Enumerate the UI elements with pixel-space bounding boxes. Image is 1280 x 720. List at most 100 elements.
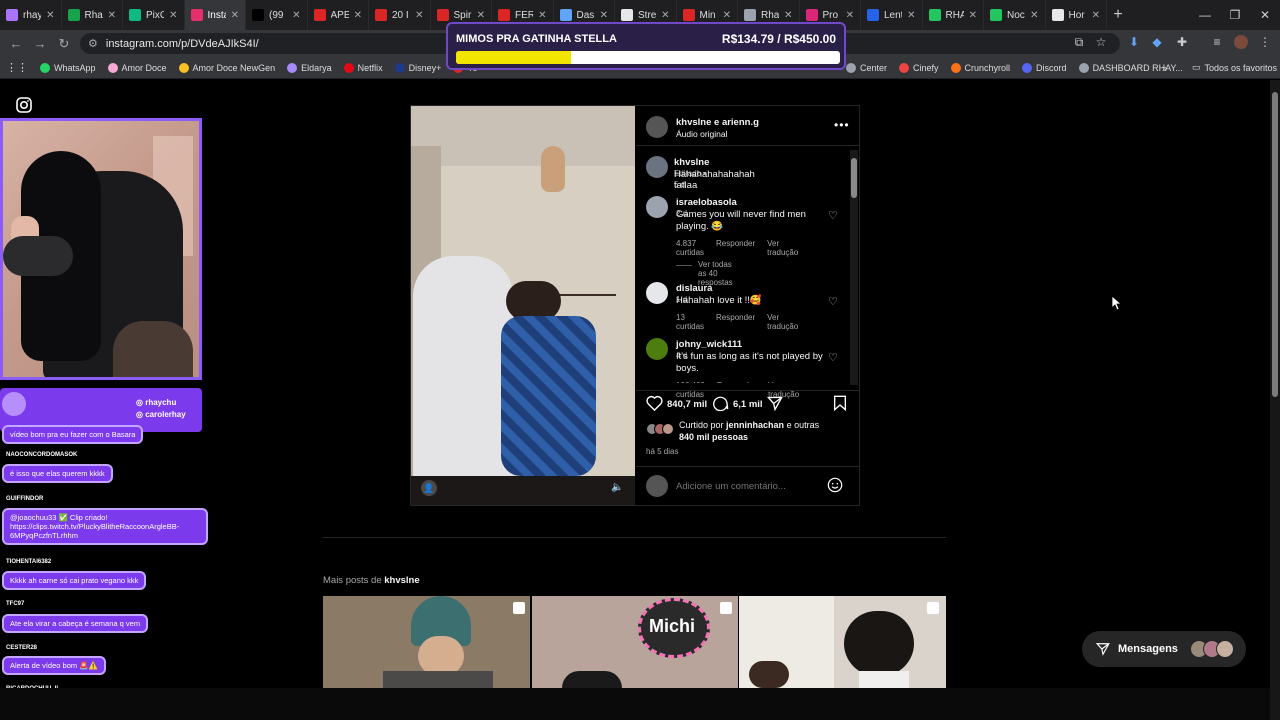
page-scrollbar-thumb[interactable] [1272,92,1278,397]
bookmark-bookmarks-2[interactable]: Amor Doce NewGen [173,62,282,73]
tab-1[interactable]: Rha ✕ [62,0,123,30]
tab-close-icon[interactable]: ✕ [231,10,239,21]
extension-icon[interactable]: ◆ [1150,35,1164,49]
tab-close-icon[interactable]: ✕ [108,10,116,21]
comment-likes[interactable]: 13 curtidas [676,313,704,331]
all-favorites[interactable]: ▭ Todos os favoritos [1186,62,1280,73]
tab-favicon-icon [436,9,449,21]
close-window-icon[interactable]: ✕ [1250,0,1280,30]
comment-like-icon[interactable]: ♡ [828,351,838,364]
comment-user[interactable]: johny_wick111 [676,339,742,350]
tab-14[interactable]: Lent ✕ [861,0,923,30]
comments-count[interactable]: 6,1 mil [733,399,763,410]
comment-reply[interactable]: Responder [716,239,755,257]
forward-icon[interactable]: → [28,36,52,51]
more-post-thumb-3[interactable] [739,596,946,688]
comment-icon[interactable] [713,395,729,411]
profile-avatar[interactable] [1234,35,1248,49]
bookmark-star-icon[interactable]: ☆ [1094,35,1108,49]
tab-close-icon[interactable]: ✕ [1092,10,1100,21]
tab-close-icon[interactable]: ✕ [784,10,792,21]
share-icon[interactable] [767,396,783,411]
tab-close-icon[interactable]: ✕ [415,10,423,21]
tab-5[interactable]: APE ✕ [308,0,369,30]
new-tab-icon[interactable]: + [1107,6,1129,24]
site-info-icon[interactable]: ⚙ [88,37,98,50]
comment-user[interactable]: israelobasola [676,197,737,208]
author-avatar[interactable] [646,116,668,138]
comment-avatar[interactable] [646,282,668,304]
liked-by-user[interactable]: jenninhachan [726,420,784,430]
more-post-thumb-2[interactable]: Michi [532,596,738,688]
more-post-thumb-1[interactable] [323,596,530,688]
apps-icon[interactable]: ⋮⋮ [0,61,34,74]
like-heart-icon[interactable] [646,395,663,411]
add-comment-input[interactable] [676,479,816,493]
tab-16[interactable]: Noc ✕ [984,0,1046,30]
messages-button[interactable]: Mensagens [1082,631,1246,667]
comment-avatar[interactable] [646,196,668,218]
comment-translate[interactable]: Ver tradução [767,313,798,331]
tab-15[interactable]: RHA ✕ [923,0,984,30]
comment-likes[interactable]: 4.837 curtidas [676,239,704,257]
instagram-logo-icon[interactable] [16,97,32,113]
media-icon[interactable]: ≡ [1210,35,1224,49]
comment-user[interactable]: dislaura [676,283,712,294]
tab-close-icon[interactable]: ✕ [969,10,977,21]
comment-like-icon[interactable]: ♡ [828,209,838,222]
audio-label[interactable]: Áudio original [676,129,728,139]
tab-2[interactable]: PixC ✕ [123,0,185,30]
mute-icon[interactable]: 🔈 [611,482,623,493]
bookmark-bookmarks_right-3[interactable]: Discord [1016,62,1073,73]
reload-icon[interactable]: ↻ [52,36,76,52]
tab-close-icon[interactable]: ✕ [354,10,362,21]
bookmark-bookmarks_right-1[interactable]: Cinefy [893,62,945,73]
tab-close-icon[interactable]: ✕ [477,10,485,21]
comments-scrollbar-thumb[interactable] [851,158,857,198]
menu-icon[interactable]: ⋮ [1258,35,1272,49]
bookmark-bookmarks-1[interactable]: Amor Doce [102,62,173,73]
more-options-icon[interactable]: ••• [834,118,850,132]
tab-close-icon[interactable]: ✕ [723,10,731,21]
comment-like-icon[interactable]: ♡ [828,295,838,308]
tab-4[interactable]: (99 ✕ [246,0,308,30]
tab-0[interactable]: rhay ✕ [0,0,62,30]
comment-translate[interactable]: Ver tradução [767,239,798,257]
tab-close-icon[interactable]: ✕ [661,10,669,21]
bookmark-bookmarks_right-0[interactable]: Center [840,62,893,73]
download-icon[interactable]: ⬇ [1127,35,1141,49]
bookmark-bookmarks-4[interactable]: Netflix [338,62,389,73]
bookmark-bookmarks-3[interactable]: Eldarya [281,62,338,73]
post-video[interactable]: 👤 🔈 [411,106,635,505]
likes-count[interactable]: 840,7 mil [667,399,707,410]
liked-by-count[interactable]: 840 mil pessoas [679,432,748,442]
comment-avatar[interactable] [646,338,668,360]
tab-close-icon[interactable]: ✕ [46,10,54,21]
save-bookmark-icon[interactable] [833,395,847,411]
more-bookmarks-icon[interactable]: » [1156,63,1173,73]
tab-3[interactable]: Insta ✕ [184,0,246,30]
tagged-users-icon[interactable]: 👤 [421,480,437,496]
tab-close-icon[interactable]: ✕ [846,10,854,21]
back-icon[interactable]: ← [4,36,28,51]
minimize-icon[interactable]: — [1190,0,1220,30]
tab-close-icon[interactable]: ✕ [292,10,300,21]
bookmark-bookmarks-0[interactable]: WhatsApp [34,62,102,73]
tab-close-icon[interactable]: ✕ [169,10,177,21]
emoji-icon[interactable] [827,477,843,493]
caption-avatar[interactable] [646,156,668,178]
comment-reply[interactable]: Responder [716,313,755,331]
caption-user[interactable]: khvslne [674,157,709,168]
tab-close-icon[interactable]: ✕ [600,10,608,21]
bookmark-bookmarks-5[interactable]: Disney+ [389,62,448,73]
tab-17[interactable]: Hor ✕ [1046,0,1107,30]
post-authors[interactable]: khvslne e arienn.g [676,117,759,128]
puzzle-icon[interactable]: ✚ [1175,35,1189,49]
tab-close-icon[interactable]: ✕ [907,10,915,21]
bookmark-bookmarks_right-2[interactable]: Crunchyroll [945,62,1017,73]
install-icon[interactable]: ⧉ [1072,35,1086,49]
maximize-icon[interactable]: ❐ [1220,0,1250,30]
tab-6[interactable]: 20 I ✕ [369,0,431,30]
tab-close-icon[interactable]: ✕ [1030,10,1038,21]
tab-close-icon[interactable]: ✕ [538,10,546,21]
